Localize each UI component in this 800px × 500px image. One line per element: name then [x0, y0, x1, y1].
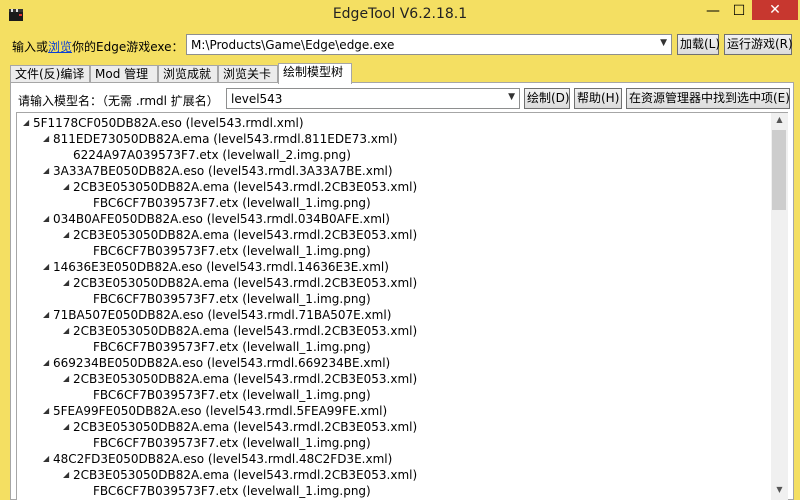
tree-node[interactable]: ◢ 14636E3E050DB82A.eso (level543.rmdl.146… [43, 259, 389, 275]
triangle-down-icon[interactable]: ◢ [43, 259, 53, 275]
tree-node-label: 2CB3E053050DB82A.ema (level543.rmdl.2CB3… [73, 276, 418, 290]
exe-path-combo[interactable]: M:\Products\Game\Edge\edge.exe ▼ [186, 34, 672, 55]
maximize-button[interactable]: ☐ [726, 0, 752, 22]
triangle-down-icon[interactable]: ◢ [63, 371, 73, 387]
tree-node-label: 669234BE050DB82A.eso (level543.rmdl.6692… [53, 356, 391, 370]
chevron-down-icon[interactable]: ▼ [508, 92, 515, 102]
tab-model-tree[interactable]: 绘制模型树 [278, 63, 352, 84]
triangle-down-icon[interactable]: ◢ [63, 467, 73, 483]
model-name-combo[interactable]: level543 ▼ [226, 88, 520, 109]
tree-node[interactable]: ◢ 5F1178CF050DB82A.eso (level543.rmdl.xml… [23, 115, 304, 131]
tree-node-label: 5F1178CF050DB82A.eso (level543.rmdl.xml) [33, 116, 304, 130]
draw-button[interactable]: 绘制(D) [524, 88, 570, 109]
exe-label: 输入或浏览你的Edge游戏exe： [12, 38, 184, 55]
exe-label-suffix: 你的Edge游戏exe： [72, 40, 184, 54]
tree-node[interactable]: FBC6CF7B039573F7.etx (levelwall_1.img.pn… [83, 291, 371, 307]
tree-node-label: FBC6CF7B039573F7.etx (levelwall_1.img.pn… [93, 340, 371, 354]
model-name-label: 请输入模型名：（无需 .rmdl 扩展名） [18, 94, 219, 108]
tree-node[interactable]: ◢ 2CB3E053050DB82A.ema (level543.rmdl.2CB… [63, 371, 417, 387]
triangle-down-icon[interactable]: ◢ [63, 179, 73, 195]
tree-node-label: 811EDE73050DB82A.ema (level543.rmdl.811E… [53, 132, 398, 146]
tree-node-label: 3A33A7BE050DB82A.eso (level543.rmdl.3A33… [53, 164, 393, 178]
window-title: EdgeTool V6.2.18.1 [332, 6, 468, 22]
tree-node[interactable]: ◢ 2CB3E053050DB82A.ema (level543.rmdl.2CB… [63, 227, 417, 243]
tree-node-label: FBC6CF7B039573F7.etx (levelwall_1.img.pn… [93, 244, 371, 258]
tree-node[interactable]: ◢ 2CB3E053050DB82A.ema (level543.rmdl.2CB… [63, 419, 417, 435]
tree-node[interactable]: FBC6CF7B039573F7.etx (levelwall_1.img.pn… [83, 435, 371, 451]
triangle-down-icon[interactable]: ◢ [43, 403, 53, 419]
triangle-down-icon[interactable]: ◢ [43, 451, 53, 467]
app-window: EdgeTool V6.2.18.1 — ☐ ✕ 输入或浏览你的Edge游戏ex… [0, 0, 800, 500]
tree-node-label: FBC6CF7B039573F7.etx (levelwall_1.img.pn… [93, 292, 371, 306]
tree-node-label: FBC6CF7B039573F7.etx (levelwall_1.img.pn… [93, 196, 371, 210]
tree-node[interactable]: ◢ 2CB3E053050DB82A.ema (level543.rmdl.2CB… [63, 323, 417, 339]
tree-node[interactable]: ◢ 811EDE73050DB82A.ema (level543.rmdl.811… [43, 131, 398, 147]
exe-label-prefix: 输入或 [12, 40, 49, 54]
tab-file-compile[interactable]: 文件(反)编译 [10, 65, 90, 83]
tree-node[interactable]: FBC6CF7B039573F7.etx (levelwall_1.img.pn… [83, 195, 371, 211]
tree-node[interactable]: FBC6CF7B039573F7.etx (levelwall_1.img.pn… [83, 339, 371, 355]
tree-node-label: 14636E3E050DB82A.eso (level543.rmdl.1463… [53, 260, 389, 274]
tree-scrollbar[interactable]: ▲ ▼ [771, 112, 788, 500]
browse-link[interactable]: 浏览 [48, 40, 72, 54]
model-tree[interactable]: ◢ 5F1178CF050DB82A.eso (level543.rmdl.xml… [16, 112, 771, 500]
triangle-down-icon[interactable]: ◢ [63, 419, 73, 435]
tree-node-label: 2CB3E053050DB82A.ema (level543.rmdl.2CB3… [73, 372, 418, 386]
triangle-down-icon[interactable]: ◢ [63, 323, 73, 339]
chevron-down-icon[interactable]: ▼ [660, 38, 667, 48]
triangle-down-icon[interactable]: ◢ [43, 131, 53, 147]
triangle-down-icon[interactable]: ◢ [43, 211, 53, 227]
run-game-button[interactable]: 运行游戏(R) [724, 34, 793, 55]
tree-node-label: 5FEA99FE050DB82A.eso (level543.rmdl.5FEA… [53, 404, 388, 418]
close-button[interactable]: ✕ [752, 0, 798, 20]
triangle-down-icon[interactable]: ◢ [43, 307, 53, 323]
title-bar: EdgeTool V6.2.18.1 — ☐ ✕ [0, 0, 800, 30]
tree-node[interactable]: FBC6CF7B039573F7.etx (levelwall_1.img.pn… [83, 243, 371, 259]
load-button[interactable]: 加载(L) [677, 34, 720, 55]
triangle-down-icon[interactable]: ◢ [63, 275, 73, 291]
tree-node-label: 6224A97A039573F7.etx (levelwall_2.img.pn… [73, 148, 351, 162]
tree-node[interactable]: FBC6CF7B039573F7.etx (levelwall_1.img.pn… [83, 483, 371, 499]
tree-node[interactable]: ◢ 5FEA99FE050DB82A.eso (level543.rmdl.5FE… [43, 403, 387, 419]
arrow-down-icon[interactable]: ▼ [771, 485, 788, 494]
tree-node-label: FBC6CF7B039573F7.etx (levelwall_1.img.pn… [93, 436, 371, 450]
triangle-down-icon[interactable]: ◢ [43, 163, 53, 179]
help-button[interactable]: 帮助(H) [574, 88, 622, 109]
locate-in-explorer-button[interactable]: 在资源管理器中找到选中项(E) [626, 88, 790, 109]
tree-node[interactable]: 6224A97A039573F7.etx (levelwall_2.img.pn… [63, 147, 351, 163]
tree-node-label: 2CB3E053050DB82A.ema (level543.rmdl.2CB3… [73, 468, 418, 482]
triangle-down-icon[interactable]: ◢ [43, 355, 53, 371]
tree-node[interactable]: ◢ 48C2FD3E050DB82A.eso (level543.rmdl.48C… [43, 451, 392, 467]
tree-node[interactable]: ◢ 669234BE050DB82A.eso (level543.rmdl.669… [43, 355, 390, 371]
tab-levels[interactable]: 浏览关卡 [218, 65, 278, 83]
triangle-down-icon[interactable]: ◢ [63, 227, 73, 243]
tree-node[interactable]: ◢ 71BA507E050DB82A.eso (level543.rmdl.71B… [43, 307, 391, 323]
tree-node-label: 2CB3E053050DB82A.ema (level543.rmdl.2CB3… [73, 180, 418, 194]
tree-node-label: FBC6CF7B039573F7.etx (levelwall_1.img.pn… [93, 484, 371, 498]
tree-node-label: 034B0AFE050DB82A.eso (level543.rmdl.034B… [53, 212, 390, 226]
tree-node[interactable]: ◢ 034B0AFE050DB82A.eso (level543.rmdl.034… [43, 211, 390, 227]
triangle-down-icon[interactable]: ◢ [23, 115, 33, 131]
tree-node[interactable]: FBC6CF7B039573F7.etx (levelwall_1.img.pn… [83, 387, 371, 403]
tree-node-label: 2CB3E053050DB82A.ema (level543.rmdl.2CB3… [73, 228, 418, 242]
arrow-up-icon[interactable]: ▲ [771, 115, 788, 124]
scrollbar-thumb[interactable] [772, 130, 786, 210]
tree-node[interactable]: ◢ 2CB3E053050DB82A.ema (level543.rmdl.2CB… [63, 179, 417, 195]
tree-node-label: 48C2FD3E050DB82A.eso (level543.rmdl.48C2… [53, 452, 393, 466]
tab-achievements[interactable]: 浏览成就 [158, 65, 218, 83]
tree-node[interactable]: ◢ 2CB3E053050DB82A.ema (level543.rmdl.2CB… [63, 467, 417, 483]
tree-node-label: 71BA507E050DB82A.eso (level543.rmdl.71BA… [53, 308, 392, 322]
tree-node-label: 2CB3E053050DB82A.ema (level543.rmdl.2CB3… [73, 324, 418, 338]
minimize-button[interactable]: — [700, 0, 726, 22]
tab-mod-manager[interactable]: Mod 管理 [90, 65, 158, 83]
model-name-value: level543 [231, 92, 283, 106]
exe-path-value: M:\Products\Game\Edge\edge.exe [191, 38, 395, 52]
tree-node[interactable]: ◢ 2CB3E053050DB82A.ema (level543.rmdl.2CB… [63, 275, 417, 291]
tree-node-label: FBC6CF7B039573F7.etx (levelwall_1.img.pn… [93, 388, 371, 402]
tree-node[interactable]: ◢ 3A33A7BE050DB82A.eso (level543.rmdl.3A3… [43, 163, 393, 179]
tree-node-label: 2CB3E053050DB82A.ema (level543.rmdl.2CB3… [73, 420, 418, 434]
